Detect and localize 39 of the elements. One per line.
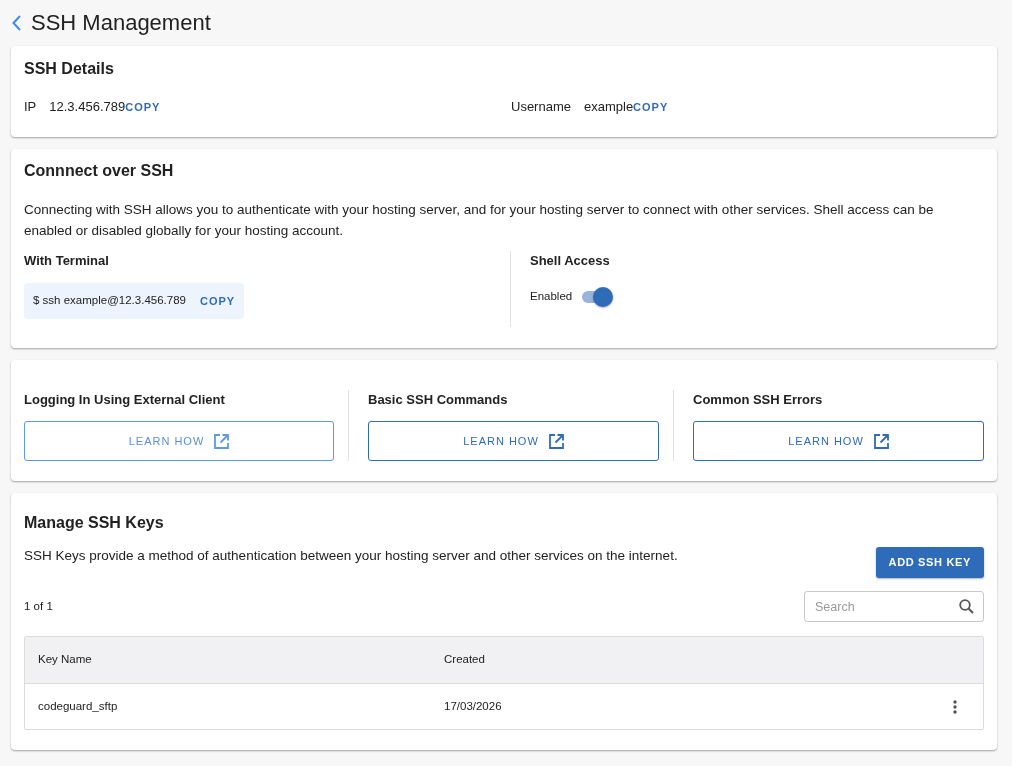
page-title: SSH Management xyxy=(31,9,211,37)
external-link-icon xyxy=(548,433,564,449)
toggle-label: Enabled xyxy=(530,289,573,305)
field-label: Username xyxy=(511,98,571,117)
add-ssh-key-button[interactable]: ADD SSH KEY xyxy=(875,547,984,578)
field-value: example xyxy=(583,98,634,117)
external-link-icon xyxy=(873,433,889,449)
toggle-switch[interactable] xyxy=(582,287,614,307)
external-link-icon xyxy=(214,433,230,449)
field-label: IP xyxy=(24,98,37,117)
learn-how-button[interactable]: LEARN HOW xyxy=(24,421,334,461)
back-button[interactable] xyxy=(10,14,22,32)
table-cell-text: codeguard_sftp xyxy=(38,698,119,714)
column-header: Created xyxy=(444,652,485,668)
card-heading: SSH Details xyxy=(24,59,115,79)
column-header: Key Name xyxy=(38,652,93,668)
description-text: Connecting with SSH allows you to authenticate with your hosting server, and for your hosting server to connect with other services. Shell access can be enabled or disabled globally for your hosting account. xyxy=(24,201,935,240)
learn-how-button[interactable]: LEARN HOW xyxy=(693,421,984,461)
copy-button[interactable]: COPY xyxy=(200,292,236,310)
field-value: 12.3.456.789 xyxy=(49,98,126,117)
table-cell-text: 17/03/2026 xyxy=(444,698,502,714)
card-heading: Manage SSH Keys xyxy=(24,513,165,533)
search-icon xyxy=(959,599,974,614)
section-heading: Shell Access xyxy=(530,252,611,270)
row-menu-button[interactable] xyxy=(952,699,958,714)
section-heading: Common SSH Errors xyxy=(693,391,824,409)
search-field[interactable]: Search xyxy=(804,591,984,622)
copy-button[interactable]: COPY xyxy=(633,98,669,116)
copy-button[interactable]: COPY xyxy=(125,98,161,116)
section-heading: Logging In Using External Client xyxy=(24,391,226,409)
learn-how-button[interactable]: LEARN HOW xyxy=(368,421,659,461)
section-heading: With Terminal xyxy=(24,252,110,270)
pagination-count: 1 of 1 xyxy=(24,598,53,614)
description-text: SSH Keys provide a method of authentication between your hosting server and other services on the internet. xyxy=(24,547,678,565)
card-heading: Connnect over SSH xyxy=(24,161,175,181)
chevron-left-icon xyxy=(11,15,21,31)
command-text: $ ssh example@12.3.456.789 xyxy=(33,293,186,309)
section-heading: Basic SSH Commands xyxy=(368,391,509,409)
kebab-menu-icon xyxy=(953,699,957,714)
